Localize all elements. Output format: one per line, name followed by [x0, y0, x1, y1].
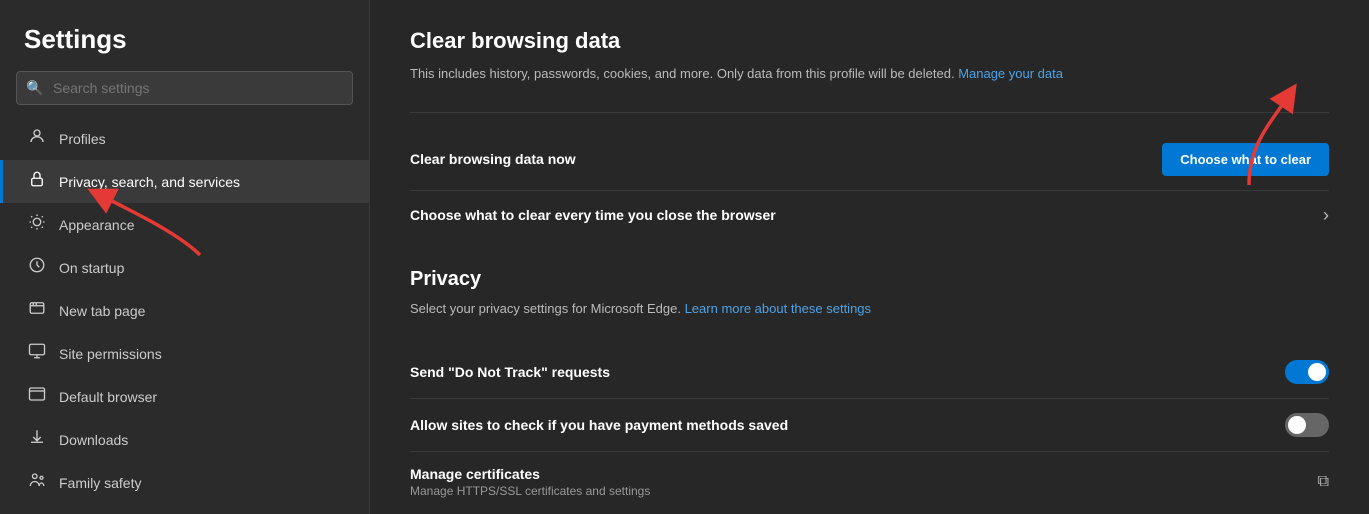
sidebar-item-label-new-tab: New tab page — [59, 303, 145, 319]
sidebar: Settings 🔍 Profiles Privacy, search, and … — [0, 0, 370, 514]
appearance-icon — [27, 213, 47, 236]
manage-your-data-link[interactable]: Manage your data — [958, 66, 1063, 81]
do-not-track-label: Send "Do Not Track" requests — [410, 364, 610, 380]
do-not-track-toggle[interactable] — [1285, 360, 1329, 384]
sidebar-nav: Profiles Privacy, search, and services App… — [0, 117, 369, 504]
divider-1 — [410, 112, 1329, 113]
sidebar-item-label-downloads: Downloads — [59, 432, 128, 448]
sidebar-item-appearance[interactable]: Appearance — [0, 203, 369, 246]
privacy-icon — [27, 170, 47, 193]
sidebar-item-label-default-browser: Default browser — [59, 389, 157, 405]
site-permissions-icon — [27, 342, 47, 365]
clear-data-subtitle: This includes history, passwords, cookie… — [410, 64, 1329, 84]
sidebar-item-label-privacy: Privacy, search, and services — [59, 174, 240, 190]
search-icon: 🔍 — [26, 80, 43, 97]
family-safety-icon — [27, 471, 47, 494]
manage-certificates-row[interactable]: Manage certificates Manage HTTPS/SSL cer… — [410, 452, 1329, 512]
sidebar-item-default-browser[interactable]: Default browser — [0, 375, 369, 418]
clear-data-section: Clear browsing data This includes histor… — [410, 28, 1329, 240]
payment-methods-row: Allow sites to check if you have payment… — [410, 399, 1329, 452]
sidebar-item-label-site-permissions: Site permissions — [59, 346, 162, 362]
sidebar-item-new-tab[interactable]: New tab page — [0, 289, 369, 332]
clear-data-title: Clear browsing data — [410, 28, 1329, 54]
privacy-title: Privacy — [410, 268, 1329, 291]
downloads-icon — [27, 428, 47, 451]
sidebar-item-privacy[interactable]: Privacy, search, and services — [0, 160, 369, 203]
payment-methods-slider — [1285, 413, 1329, 437]
sidebar-item-on-startup[interactable]: On startup — [0, 246, 369, 289]
sidebar-item-profiles[interactable]: Profiles — [0, 117, 369, 160]
privacy-section: Privacy Select your privacy settings for… — [410, 268, 1329, 513]
clear-every-time-label: Choose what to clear every time you clos… — [410, 207, 776, 223]
search-box: 🔍 — [16, 71, 353, 105]
privacy-subtitle: Select your privacy settings for Microso… — [410, 299, 1329, 319]
manage-certificates-label: Manage certificates — [410, 466, 650, 482]
external-link-icon[interactable]: ⧉ — [1318, 473, 1329, 491]
clear-now-row: Clear browsing data now Choose what to c… — [410, 129, 1329, 191]
sidebar-item-label-on-startup: On startup — [59, 260, 124, 276]
profiles-icon — [27, 127, 47, 150]
main-content: Clear browsing data This includes histor… — [370, 0, 1369, 514]
sidebar-item-label-family-safety: Family safety — [59, 475, 141, 491]
do-not-track-row: Send "Do Not Track" requests — [410, 346, 1329, 399]
sidebar-item-family-safety[interactable]: Family safety — [0, 461, 369, 504]
clear-every-time-chevron[interactable]: › — [1323, 205, 1329, 226]
sidebar-item-downloads[interactable]: Downloads — [0, 418, 369, 461]
sidebar-item-label-profiles: Profiles — [59, 131, 106, 147]
clear-now-label: Clear browsing data now — [410, 151, 576, 167]
search-input[interactable] — [16, 71, 353, 105]
sidebar-item-label-appearance: Appearance — [59, 217, 135, 233]
manage-certificates-sublabel: Manage HTTPS/SSL certificates and settin… — [410, 484, 650, 498]
choose-what-to-clear-button[interactable]: Choose what to clear — [1162, 143, 1329, 176]
sidebar-item-site-permissions[interactable]: Site permissions — [0, 332, 369, 375]
do-not-track-slider — [1285, 360, 1329, 384]
new-tab-icon — [27, 299, 47, 322]
app-title: Settings — [0, 0, 369, 71]
learn-more-link[interactable]: Learn more about these settings — [685, 301, 871, 316]
payment-methods-toggle[interactable] — [1285, 413, 1329, 437]
on-startup-icon — [27, 256, 47, 279]
default-browser-icon — [27, 385, 47, 408]
clear-every-time-row[interactable]: Choose what to clear every time you clos… — [410, 191, 1329, 240]
payment-methods-label: Allow sites to check if you have payment… — [410, 417, 788, 433]
